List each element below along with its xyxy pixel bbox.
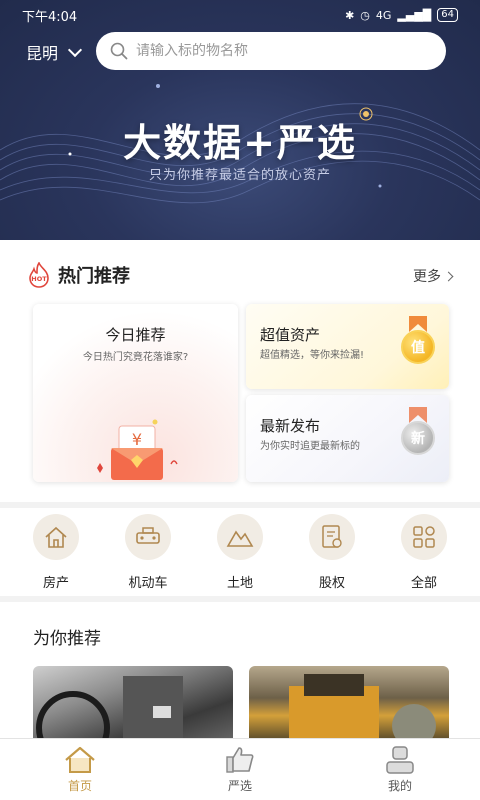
- hot-title: 热门推荐: [58, 266, 130, 287]
- category-vehicle[interactable]: 机动车: [108, 508, 188, 596]
- value-card-subtitle: 超值精选，等你来捡漏!: [260, 350, 365, 361]
- search-input[interactable]: [136, 43, 416, 59]
- hot-header: HOT 热门推荐: [28, 262, 130, 288]
- value-card-title: 超值资产: [260, 326, 321, 344]
- recommend-item-image[interactable]: [33, 666, 233, 746]
- svg-text:¥: ¥: [132, 430, 142, 449]
- more-link[interactable]: 更多: [413, 266, 454, 286]
- tab-label: 首页: [67, 779, 92, 793]
- new-release-card[interactable]: 最新发布 为你实时追更最新标的 新: [246, 395, 449, 482]
- silver-medal-icon: 新: [401, 407, 435, 455]
- category-equity[interactable]: 股权: [292, 508, 372, 596]
- hot-section: HOT 热门推荐 更多 今日推荐 今日热门究竟花落谁家? ¥ 超值资产 超值精选…: [0, 240, 480, 502]
- search-icon: [110, 42, 128, 60]
- category-all[interactable]: 全部: [384, 508, 464, 596]
- category-label: 全部: [410, 576, 437, 591]
- new-medal-label: 新: [401, 421, 435, 455]
- today-recommend-card[interactable]: 今日推荐 今日热门究竟花落谁家? ¥: [33, 304, 238, 482]
- grid-icon: [401, 514, 447, 560]
- status-bar: 下午4:04 ✱ ◷ 4G ▂▄▆█ 64: [0, 0, 480, 30]
- today-card-subtitle: 今日热门究竟花落谁家?: [82, 352, 189, 363]
- thumbs-up-icon: [226, 747, 254, 773]
- category-label: 机动车: [128, 576, 168, 591]
- chevron-down-icon: [67, 42, 83, 58]
- battery-icon: 64: [437, 8, 458, 22]
- city-selector[interactable]: 昆明: [26, 40, 83, 64]
- home-icon: [65, 746, 95, 773]
- status-time: 下午4:04: [22, 9, 78, 25]
- hot-badge-text: HOT: [31, 275, 47, 283]
- today-card-title: 今日推荐: [105, 326, 166, 344]
- category-label: 房产: [42, 576, 69, 591]
- recommend-item-image[interactable]: [249, 666, 449, 746]
- bluetooth-icon: ✱: [345, 8, 355, 22]
- city-label: 昆明: [26, 44, 59, 63]
- banner-title: 大数据+严选: [123, 121, 357, 165]
- signal-icon: ▂▄▆█: [397, 8, 432, 22]
- category-label: 股权: [318, 576, 345, 591]
- category-label: 土地: [226, 576, 253, 591]
- tab-label: 严选: [227, 779, 252, 793]
- banner-subtitle: 只为你推荐最适合的放心资产: [148, 168, 331, 183]
- tab-selected[interactable]: 严选: [160, 739, 320, 800]
- category-house[interactable]: 房产: [16, 508, 96, 596]
- search-bar[interactable]: [96, 32, 446, 70]
- gold-medal-icon: 值: [401, 316, 435, 364]
- chevron-right-icon: [443, 271, 454, 281]
- tab-home[interactable]: 首页: [0, 739, 160, 800]
- category-bar: 房产 机动车 土地 股权 全部: [0, 508, 480, 596]
- hot-flame-icon: HOT: [29, 262, 49, 288]
- mountain-icon: [217, 514, 263, 560]
- tab-mine[interactable]: 我的: [320, 739, 480, 800]
- user-icon: [386, 746, 414, 774]
- value-asset-card[interactable]: 超值资产 超值精选，等你来捡漏! 值: [246, 304, 449, 389]
- new-card-title: 最新发布: [260, 417, 321, 435]
- network-label: 4G: [375, 8, 392, 22]
- value-medal-label: 值: [401, 330, 435, 364]
- new-card-subtitle: 为你实时追更最新标的: [260, 441, 360, 452]
- category-land[interactable]: 土地: [200, 508, 280, 596]
- car-icon: [125, 514, 171, 560]
- house-icon: [33, 514, 79, 560]
- recommend-section: 为你推荐: [0, 602, 480, 746]
- red-envelope-icon: ¥: [97, 419, 178, 480]
- certificate-icon: [309, 514, 355, 560]
- more-label: 更多: [413, 269, 441, 285]
- tab-label: 我的: [387, 779, 412, 793]
- alarm-icon: ◷: [360, 8, 370, 22]
- bottom-tab-bar: 首页 严选 我的: [0, 738, 480, 800]
- recommend-title: 为你推荐: [33, 629, 101, 649]
